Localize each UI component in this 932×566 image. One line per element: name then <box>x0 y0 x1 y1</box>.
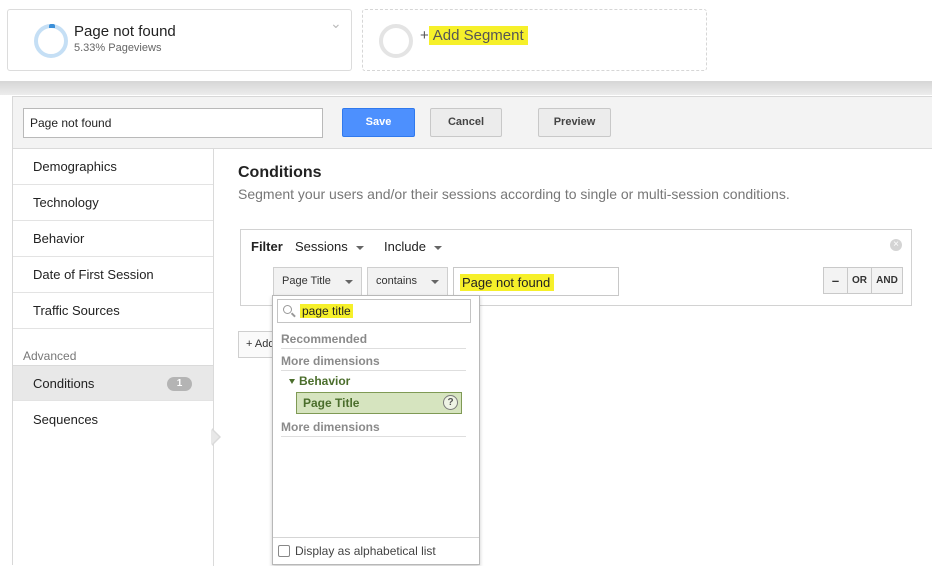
active-pointer-arrow <box>211 428 221 446</box>
category-label: Behavior <box>299 374 351 388</box>
segment-ring-icon <box>34 24 68 58</box>
segment-strip: Page not found 5.33% Pageviews ⌄ + Add Se… <box>0 0 932 81</box>
sidebar-item-behavior[interactable]: Behavior <box>13 221 213 257</box>
condition-logic-buttons: – OR AND <box>823 267 903 294</box>
dimension-select[interactable]: Page Title <box>273 267 362 296</box>
dimension-picker: page title Recommended More dimensions B… <box>272 295 480 565</box>
chevron-down-icon[interactable]: ⌄ <box>330 16 342 30</box>
scope-dropdown[interactable]: Sessions <box>295 239 364 254</box>
group-more-dimensions: More dimensions <box>281 354 466 371</box>
triangle-down-icon <box>289 379 295 385</box>
help-icon[interactable]: ? <box>443 395 458 410</box>
segment-subtitle: 5.33% Pageviews <box>74 42 162 54</box>
caret-down-icon <box>433 245 442 250</box>
include-dropdown[interactable]: Include <box>384 239 442 254</box>
scope-value: Sessions <box>295 239 348 254</box>
sidebar-item-traffic-sources[interactable]: Traffic Sources <box>13 293 213 329</box>
conditions-title: Conditions <box>238 164 322 181</box>
add-segment-link[interactable]: + Add Segment <box>420 26 528 45</box>
alphabetical-label: Display as alphabetical list <box>295 544 436 558</box>
search-text: page title <box>300 304 353 318</box>
sidebar-item-demographics[interactable]: Demographics <box>13 149 213 185</box>
add-segment-label: Add Segment <box>428 26 528 45</box>
condition-value-input[interactable]: Page not found <box>453 267 619 296</box>
caret-down-icon <box>431 280 439 284</box>
group-more-dimensions-2: More dimensions <box>281 420 466 437</box>
cancel-button[interactable]: Cancel <box>430 108 502 137</box>
segment-title: Page not found <box>74 23 176 40</box>
add-segment-card[interactable]: + Add Segment <box>362 9 707 71</box>
empty-ring-icon <box>379 24 413 58</box>
or-button[interactable]: OR <box>848 268 872 293</box>
sidebar-item-date-of-first-session[interactable]: Date of First Session <box>13 257 213 293</box>
save-button[interactable]: Save <box>342 108 415 137</box>
option-page-title[interactable]: Page Title ? <box>296 392 462 414</box>
remove-condition-button[interactable]: – <box>824 268 848 293</box>
checkbox-icon[interactable] <box>278 545 290 557</box>
conditions-description: Segment your users and/or their sessions… <box>238 186 790 202</box>
plus-icon: + <box>420 27 429 44</box>
dimension-value: Page Title <box>282 275 331 287</box>
include-value: Include <box>384 239 426 254</box>
segment-card-page-not-found[interactable]: Page not found 5.33% Pageviews ⌄ <box>7 9 352 71</box>
search-icon <box>283 305 292 314</box>
count-badge: 1 <box>167 377 192 391</box>
sidebar-item-label: Conditions <box>33 376 95 391</box>
sidebar-item-sequences[interactable]: Sequences <box>13 402 213 438</box>
option-label: Page Title <box>303 396 360 410</box>
operator-value: contains <box>376 275 417 287</box>
category-behavior[interactable]: Behavior <box>289 374 350 388</box>
editor-sidebar: Demographics Technology Behavior Date of… <box>13 149 221 566</box>
sidebar-section-advanced: Advanced <box>23 349 77 363</box>
preview-button[interactable]: Preview <box>538 108 611 137</box>
and-button[interactable]: AND <box>872 268 902 293</box>
caret-down-icon <box>345 280 353 284</box>
condition-value-text: Page not found <box>460 274 555 291</box>
strip-divider <box>0 81 932 95</box>
editor-toolbar: Save Cancel Preview <box>13 97 932 149</box>
alphabetical-toggle[interactable]: Display as alphabetical list <box>273 537 479 564</box>
group-recommended: Recommended <box>281 332 466 349</box>
caret-down-icon <box>355 245 364 250</box>
segment-name-input[interactable] <box>23 108 323 138</box>
operator-select[interactable]: contains <box>367 267 448 296</box>
close-icon[interactable]: × <box>890 239 902 251</box>
filter-label: Filter <box>251 239 283 254</box>
sidebar-item-conditions[interactable]: Conditions 1 <box>13 365 213 401</box>
sidebar-item-technology[interactable]: Technology <box>13 185 213 221</box>
dimension-search-input[interactable]: page title <box>277 299 471 323</box>
